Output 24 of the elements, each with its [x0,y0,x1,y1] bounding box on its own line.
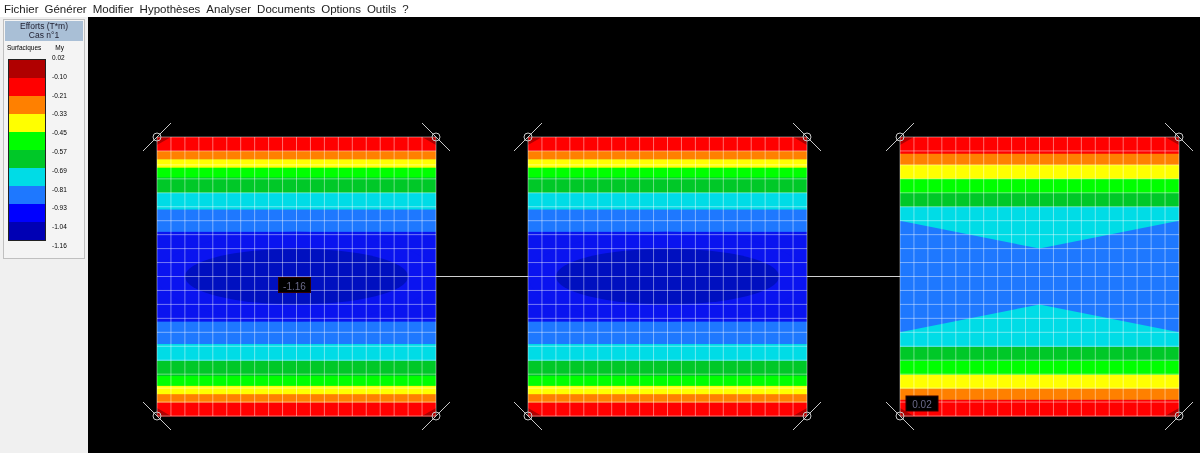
menu-item[interactable]: Outils [366,2,397,15]
support-icon [421,401,451,431]
legend-subtitle: Cas n°1 [28,31,60,40]
support-icon [792,401,822,431]
value-label: -1.16 [278,277,311,293]
support-icon [885,122,915,152]
menu-item[interactable]: Modifier [92,2,134,15]
support-icon [792,122,822,152]
support-icon [1164,122,1194,152]
menu-item[interactable]: Analyser [206,2,252,15]
support-icon [513,122,543,152]
menu-item[interactable]: ? [402,2,409,15]
menu-item[interactable]: Hypothèses [139,2,201,15]
support-icon [142,122,172,152]
menu-item[interactable]: Options [321,2,361,15]
menu-item[interactable]: Fichier [4,2,39,15]
support-icon [1164,401,1194,431]
value-label: 0.02 [905,395,939,412]
support-icon [142,401,172,431]
legend-title: Efforts (T*m) [20,22,68,31]
menu-item[interactable]: Générer [44,2,87,15]
support-icon [513,401,543,431]
menu-item[interactable]: Documents [257,2,316,15]
support-icon [421,122,451,152]
